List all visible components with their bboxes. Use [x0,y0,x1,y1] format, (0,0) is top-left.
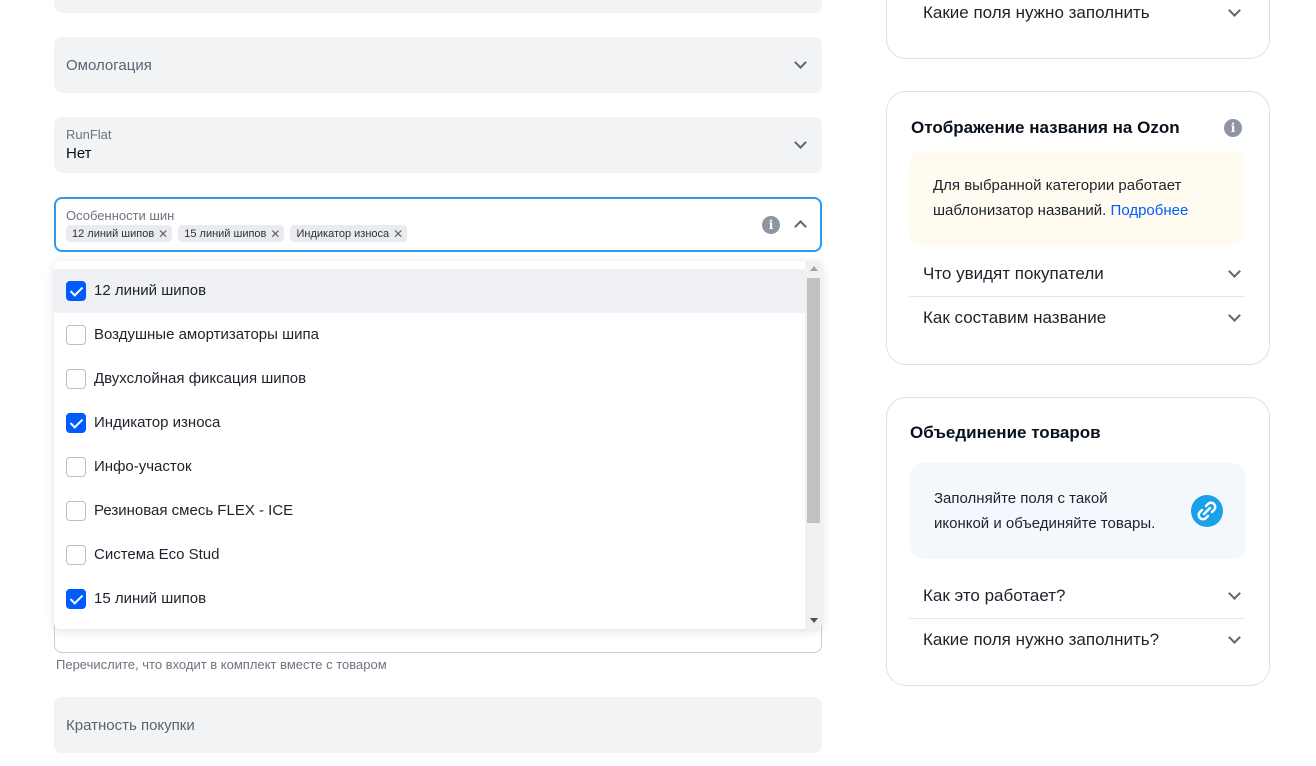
option-label: 12 линий шипов [94,282,207,299]
chevron-down-icon [1228,309,1241,322]
option-item[interactable]: 12 линий шипов [54,269,805,313]
runflat-value: Нет [66,145,92,162]
option-item[interactable]: Воздушные амортизаторы шипа [54,313,805,357]
close-icon[interactable]: ✕ [393,228,403,240]
fields-help-card: Какие поля нужно заполнить [886,0,1270,59]
accordion-row[interactable]: Какие поля нужно заполнить? [909,619,1245,663]
checkbox[interactable] [66,369,86,389]
chevron-down-icon [794,56,807,69]
checkbox[interactable] [66,413,86,433]
tire-features-multiselect[interactable]: Особенности шин 12 линий шипов ✕ 15 лини… [54,197,822,252]
option-label: Резиновая смесь FLEX - ICE [94,502,294,519]
info-icon[interactable]: i [762,216,780,234]
chip: 12 линий шипов ✕ [66,225,173,242]
accordion-label: Какие поля нужно заполнить [923,3,1150,22]
option-item[interactable]: Резиновая смесь FLEX - ICE [54,489,805,533]
chevron-down-icon [1228,587,1241,600]
scroll-down-arrow-icon[interactable] [810,618,818,623]
card-title: Отображение названия на Ozon [911,118,1180,137]
checkbox[interactable] [66,545,86,565]
merge-products-card: Объединение товаров Заполняйте поля с та… [886,397,1270,686]
option-item[interactable]: Двухслойная фиксация шипов [54,357,805,401]
option-label: Система Eco Stud [94,546,220,563]
accordion-row[interactable]: Какие поля нужно заполнить [909,0,1245,36]
accordion-label: Как составим название [923,308,1107,327]
chevron-down-icon [1228,265,1241,278]
option-label: 15 линий шипов [94,590,207,607]
option-item[interactable]: 15 линий шипов [54,577,805,621]
option-label: Двухслойная фиксация шипов [94,370,307,387]
tire-features-dropdown: 12 линий шипов Воздушные амортизаторы ши… [54,261,822,629]
chevron-down-icon [1228,4,1241,17]
tire-features-label: Особенности шин [66,208,175,223]
checkbox[interactable] [66,325,86,345]
card-title: Объединение товаров [910,423,1101,442]
chevron-down-icon [794,136,807,149]
more-link[interactable]: Подробнее [1111,202,1189,219]
purchase-multiple-label: Кратность покупки [66,717,195,734]
komplekt-hint: Перечислите, что входит в комплект вмест… [56,657,387,672]
runflat-label: RunFlat [66,127,112,142]
accordion-label: Что увидят покупатели [923,264,1104,283]
chip-label: 12 линий шипов [72,227,155,240]
info-icon[interactable]: i [1224,119,1242,137]
option-label: Воздушные амортизаторы шипа [94,326,319,343]
scroll-up-arrow-icon[interactable] [810,266,818,271]
option-label: Индикатор износа [94,414,221,431]
close-icon[interactable]: ✕ [158,228,168,240]
option-item[interactable]: Индикатор износа [54,401,805,445]
merge-note: Заполняйте поля с такой иконкой и объеди… [910,463,1246,559]
chip: 15 линий шипов ✕ [178,225,285,242]
accordion-row[interactable]: Как это работает? [909,575,1245,619]
accordion-label: Какие поля нужно заполнить? [923,630,1160,649]
scrollbar-thumb[interactable] [807,278,820,523]
chip: Индикатор износа ✕ [290,225,408,242]
name-display-card: Отображение названия на Ozon i Для выбра… [886,91,1270,365]
close-icon[interactable]: ✕ [270,228,280,240]
purchase-multiple-input[interactable]: Кратность покупки [54,697,822,753]
homologation-label: Омологация [66,57,152,74]
option-item[interactable]: Инфо-участок [54,445,805,489]
chip-label: Индикатор износа [296,227,390,240]
chevron-down-icon [1228,631,1241,644]
chip-label: 15 линий шипов [184,227,267,240]
accordion-label: Как это работает? [923,586,1066,605]
checkbox[interactable] [66,281,86,301]
homologation-select[interactable]: Омологация [54,37,822,93]
note-line: иконкой и объединяйте товары. [934,515,1156,532]
selected-chips: 12 линий шипов ✕ 15 линий шипов ✕ Индика… [66,225,408,242]
accordion-row[interactable]: Как составим название [909,297,1245,341]
option-label: Инфо-участок [94,458,192,475]
note-line: Заполняйте поля с такой [934,490,1108,507]
runflat-select[interactable]: RunFlat Нет [54,117,822,173]
checkbox[interactable] [66,501,86,521]
chevron-up-icon[interactable] [794,220,807,233]
accordion-row[interactable]: Что увидят покупатели [909,253,1245,297]
checkbox[interactable] [66,589,86,609]
checkbox[interactable] [66,457,86,477]
merge-link-icon [1191,495,1223,527]
field-top-partial[interactable] [54,0,822,13]
option-item[interactable]: Система Eco Stud [54,533,805,577]
name-template-note: Для выбранной категории работает шаблони… [909,151,1245,246]
